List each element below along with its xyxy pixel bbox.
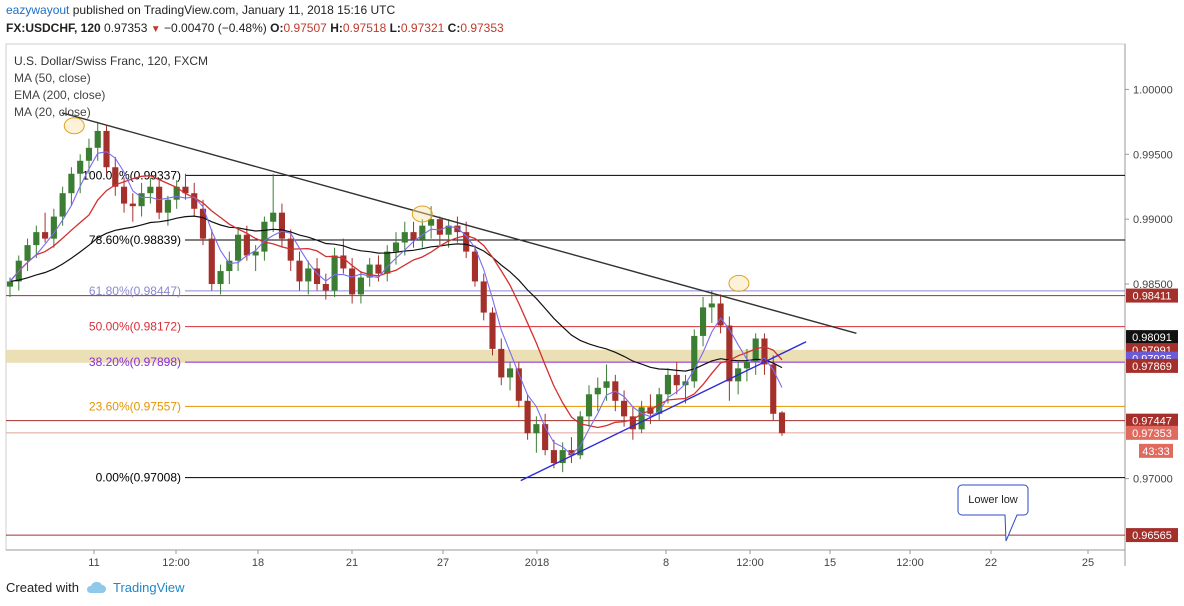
candle-body xyxy=(498,348,505,378)
candle-body xyxy=(77,160,84,174)
candle-body xyxy=(278,212,286,239)
x-tick-label: 12:00 xyxy=(736,557,764,569)
fib-label: 0.00%(0.97008) xyxy=(96,471,181,485)
candle-body xyxy=(305,268,312,282)
swing-high-marker xyxy=(411,205,433,223)
candle-body xyxy=(436,219,443,235)
candle-body xyxy=(708,303,715,308)
candle-body xyxy=(770,364,777,414)
candle-body xyxy=(401,232,408,243)
x-tick-label: 15 xyxy=(824,557,836,569)
candle-body xyxy=(235,234,242,261)
legend-ma50[interactable]: MA (50, close) xyxy=(14,70,208,87)
footer: Created with TradingView xyxy=(6,580,185,595)
candle-body xyxy=(68,173,75,194)
candle-body xyxy=(384,251,391,274)
candle-body xyxy=(673,374,680,386)
fib-label: 100.00%(0.99337) xyxy=(82,168,181,182)
x-tick-label: 27 xyxy=(437,557,449,569)
candle-body xyxy=(524,400,531,434)
candle-body xyxy=(33,232,40,246)
candle-body xyxy=(191,193,198,209)
candle-body xyxy=(392,242,400,252)
candle-body xyxy=(147,186,154,194)
price-tag-label: 0.97353 xyxy=(1132,428,1172,440)
x-tick-label: 21 xyxy=(346,557,358,569)
candle-body xyxy=(743,361,750,369)
candle-body xyxy=(208,238,215,285)
x-tick-label: 18 xyxy=(252,557,264,569)
fib-label: 38.20%(0.97898) xyxy=(89,355,181,369)
indicator-legend: U.S. Dollar/Swiss Franc, 120, FXCM MA (5… xyxy=(14,53,208,121)
y-tick-label: 0.99500 xyxy=(1133,149,1173,161)
swing-high-marker xyxy=(728,274,750,292)
candle-body xyxy=(638,407,645,430)
candle-body xyxy=(296,260,303,282)
candle-body xyxy=(471,251,479,282)
created-with-text: Created with xyxy=(6,580,79,595)
candle-body xyxy=(480,281,487,313)
candle-body xyxy=(226,260,233,272)
fib-label: 50.00%(0.98172) xyxy=(89,320,181,334)
callout-label: Lower low xyxy=(968,494,1018,506)
countdown-label: 43:33 xyxy=(1142,446,1170,458)
x-tick-label: 25 xyxy=(1082,557,1094,569)
candle-body xyxy=(691,335,698,382)
price-tag-label: 0.97869 xyxy=(1132,361,1172,373)
candle-body xyxy=(164,199,171,213)
candle-body xyxy=(103,130,110,168)
price-tag-label: 0.96565 xyxy=(1132,530,1172,542)
candle-body xyxy=(489,312,496,349)
candle-body xyxy=(322,284,329,291)
candle-body xyxy=(506,368,514,378)
candle-body xyxy=(550,450,557,464)
candle-body xyxy=(375,264,382,274)
legend-ma20[interactable]: MA (20, close) xyxy=(14,104,208,121)
candle-body xyxy=(129,203,136,207)
x-tick-label: 2018 xyxy=(525,557,549,569)
candle-body xyxy=(85,147,93,161)
x-tick-label: 12:00 xyxy=(162,557,190,569)
candle-body xyxy=(585,394,593,417)
x-tick-label: 22 xyxy=(985,557,997,569)
candle-body xyxy=(419,225,426,240)
candle-body xyxy=(410,232,417,240)
candle-body xyxy=(120,186,128,204)
fib-label: 23.60%(0.97557) xyxy=(89,399,181,413)
candle-body xyxy=(594,387,601,395)
y-tick-label: 1.00000 xyxy=(1133,84,1173,96)
candle-body xyxy=(533,424,540,434)
candle-body xyxy=(42,232,49,239)
y-tick-label: 0.97000 xyxy=(1133,474,1173,486)
price-tag-label: 0.98091 xyxy=(1132,332,1172,344)
candle-body xyxy=(261,221,268,252)
cloud-icon xyxy=(86,581,106,593)
candle-body xyxy=(24,245,31,261)
x-tick-label: 12:00 xyxy=(896,557,924,569)
y-tick-label: 0.99000 xyxy=(1133,214,1173,226)
tradingview-link[interactable]: TradingView xyxy=(113,580,185,595)
candle-body xyxy=(699,307,707,336)
candle-body xyxy=(243,234,250,256)
candle-body xyxy=(349,268,356,295)
fib-label: 61.80%(0.98447) xyxy=(89,284,181,298)
candle-body xyxy=(270,212,277,222)
legend-ema200[interactable]: EMA (200, close) xyxy=(14,87,208,104)
x-tick-label: 11 xyxy=(88,557,99,569)
candle-body xyxy=(217,271,224,285)
candle-body xyxy=(603,381,610,388)
price-tag-label: 0.98411 xyxy=(1133,291,1172,303)
candle-body xyxy=(778,412,786,434)
candle-body xyxy=(357,277,364,295)
candle-body xyxy=(94,130,101,148)
x-tick-label: 8 xyxy=(663,557,669,569)
candle-body xyxy=(59,193,66,217)
candle-body xyxy=(664,374,672,395)
candle-body xyxy=(621,400,628,417)
chart-title: U.S. Dollar/Swiss Franc, 120, FXCM xyxy=(14,54,209,68)
candle-body xyxy=(6,281,14,287)
candle-body xyxy=(331,255,338,291)
candle-body xyxy=(454,225,461,233)
